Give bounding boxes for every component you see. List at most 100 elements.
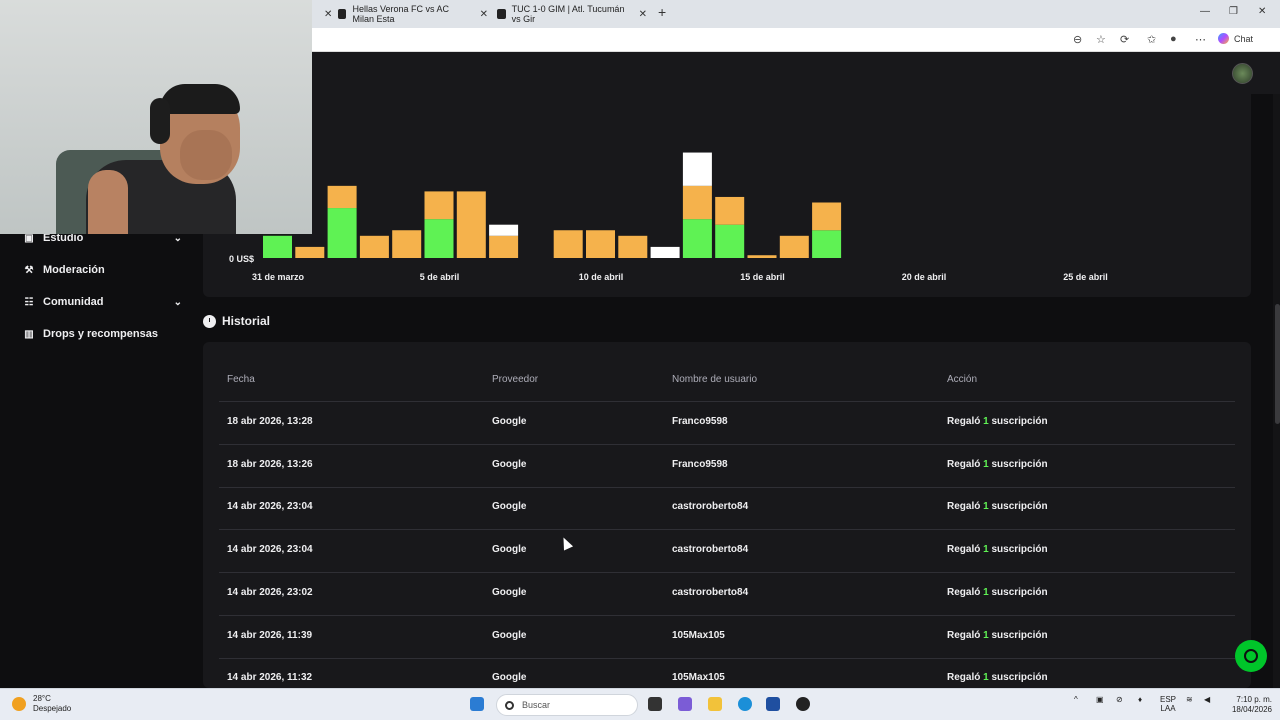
action-object: suscripción (991, 416, 1048, 427)
tray-app-icon[interactable]: ▣ (1096, 695, 1104, 704)
tab-tucuman[interactable]: TUC 1-0 GIM | Atl. Tucumán vs Gir ✕ (497, 4, 647, 24)
copilot-chat-button[interactable]: Chat (1218, 33, 1253, 44)
store-icon[interactable] (766, 697, 780, 711)
table-row: 18 abr 2026, 13:26 Google Franco9598 Regaló… (203, 445, 1251, 488)
close-icon[interactable]: ✕ (324, 9, 332, 20)
history-table: Fecha Proveedor Nombre de usuario Acción… (203, 342, 1251, 688)
history-title: Historial (222, 314, 271, 328)
tray-chevron-icon[interactable]: ^ (1074, 695, 1078, 704)
profile-icon[interactable]: ● (1170, 33, 1177, 45)
taskbar-search[interactable]: Buscar (496, 694, 638, 716)
tray-mic-icon[interactable]: ♦ (1138, 695, 1142, 704)
system-clock[interactable]: 7:10 p. m. 18/04/2026 (1222, 695, 1272, 715)
chart-bar-segment[interactable] (715, 196, 745, 225)
support-button[interactable] (1235, 640, 1267, 672)
cell-date: 14 abr 2026, 23:04 (227, 501, 313, 513)
chart-bar-segment[interactable] (682, 219, 712, 258)
tab-hellas-verona[interactable]: Hellas Verona FC vs AC Milan Esta ✕ (338, 4, 488, 24)
revenue-chart: 0 US$ 31 de marzo 5 de abril 10 de abril 15 … (229, 152, 1108, 282)
favorite-star-icon[interactable]: ☆ (1096, 33, 1106, 46)
close-icon[interactable]: ✕ (639, 9, 647, 20)
extensions-icon[interactable]: ⟳ (1120, 33, 1129, 46)
chart-bar-segment[interactable] (553, 230, 583, 258)
table-row: 14 abr 2026, 23:02 Google castroroberto84 R… (203, 573, 1251, 616)
tab-label: TUC 1-0 GIM | Atl. Tucumán vs Gir (511, 4, 625, 24)
tab-partial[interactable]: ✕ (316, 4, 332, 24)
scrollbar[interactable] (1273, 94, 1280, 688)
chart-bar-segment[interactable] (682, 185, 712, 220)
chart-bar-segment[interactable] (812, 202, 842, 231)
cell-date: 18 abr 2026, 13:26 (227, 458, 313, 470)
search-placeholder: Buscar (522, 700, 551, 710)
minimize-icon[interactable]: — (1200, 6, 1210, 17)
cell-provider: Google (492, 501, 527, 513)
favorites-icon[interactable]: ✩ (1147, 33, 1156, 46)
column-header-proveedor[interactable]: Proveedor (492, 374, 538, 385)
task-view-icon[interactable] (648, 697, 662, 711)
chart-bar-segment[interactable] (263, 235, 292, 258)
chart-bar-segment[interactable] (489, 224, 519, 236)
chart-bar-segment[interactable] (682, 152, 712, 186)
close-window-icon[interactable]: ✕ (1258, 6, 1266, 17)
weather-desc: Despejado (33, 704, 72, 713)
avatar[interactable] (1232, 63, 1253, 84)
wifi-icon[interactable]: ≋ (1186, 695, 1193, 704)
chart-bar-segment[interactable] (747, 255, 777, 258)
edge-icon[interactable] (738, 697, 752, 711)
action-verb: Regaló (947, 629, 981, 641)
sidebar-item-comunidad[interactable]: ☷ Comunidad ⌄ (22, 296, 182, 308)
chart-bar-segment[interactable] (489, 235, 519, 258)
close-icon[interactable]: ✕ (480, 9, 488, 20)
cell-provider: Google (492, 458, 527, 470)
chart-bar-segment[interactable] (456, 191, 486, 258)
maximize-icon[interactable]: ❐ (1229, 6, 1238, 17)
sidebar-item-label: Drops y recompensas (43, 328, 158, 340)
chart-bar-segment[interactable] (586, 230, 615, 258)
chevron-down-icon: ⌄ (173, 296, 182, 308)
cell-date: 14 abr 2026, 11:32 (227, 672, 313, 684)
headset-icon (1244, 649, 1258, 663)
column-header-fecha[interactable]: Fecha (227, 374, 255, 385)
action-count: 1 (983, 501, 989, 513)
sidebar-item-drops[interactable]: ▥ Drops y recompensas (22, 328, 182, 340)
chart-bar-segment[interactable] (812, 230, 842, 258)
tray-network-icon[interactable]: ⊘ (1116, 695, 1123, 704)
file-explorer-icon[interactable] (708, 697, 722, 711)
sun-icon (12, 697, 26, 711)
column-header-accion[interactable]: Acción (947, 374, 977, 385)
chart-bar-segment[interactable] (327, 185, 357, 209)
chart-bar-segment[interactable] (715, 224, 745, 258)
scrollbar-thumb[interactable] (1275, 304, 1280, 424)
action-count: 1 (983, 458, 989, 470)
reader-icon[interactable]: ⊖ (1073, 33, 1082, 46)
sidebar-item-moderacion[interactable]: ⚒ Moderación (22, 264, 182, 276)
chart-bar-segment[interactable] (618, 235, 648, 258)
start-icon[interactable] (470, 697, 484, 711)
chart-bar-segment[interactable] (424, 191, 454, 220)
cell-username: Franco9598 (672, 416, 728, 427)
chrome-icon[interactable] (796, 697, 810, 711)
action-verb: Regaló (947, 458, 981, 470)
chart-bar-segment[interactable] (327, 208, 357, 258)
cell-username: 105Max105 (672, 672, 725, 684)
x-axis-tick-label: 31 de marzo (252, 272, 305, 282)
cell-action: Regaló 1 suscripción (947, 587, 1048, 598)
chart-bar-segment[interactable] (392, 230, 422, 258)
chart-bar-segment[interactable] (295, 246, 325, 258)
language-indicator[interactable]: ESP LAA (1160, 695, 1176, 713)
cell-provider: Google (492, 416, 527, 427)
chart-bar-segment[interactable] (650, 246, 680, 258)
action-object: suscripción (991, 672, 1048, 684)
more-icon[interactable]: ⋯ (1195, 33, 1206, 46)
copilot-app-icon[interactable] (678, 697, 692, 711)
weather-widget[interactable]: 28°C Despejado (12, 694, 71, 714)
action-object: suscripción (991, 501, 1048, 513)
chart-bar-segment[interactable] (359, 235, 389, 258)
lang-top: ESP (1160, 695, 1177, 704)
column-header-usuario[interactable]: Nombre de usuario (672, 374, 757, 385)
volume-icon[interactable]: ◀ (1204, 695, 1210, 704)
cell-action: Regaló 1 suscripción (947, 672, 1048, 683)
chart-bar-segment[interactable] (424, 219, 454, 258)
chart-bar-segment[interactable] (779, 235, 809, 258)
new-tab-button[interactable]: + (658, 4, 666, 20)
